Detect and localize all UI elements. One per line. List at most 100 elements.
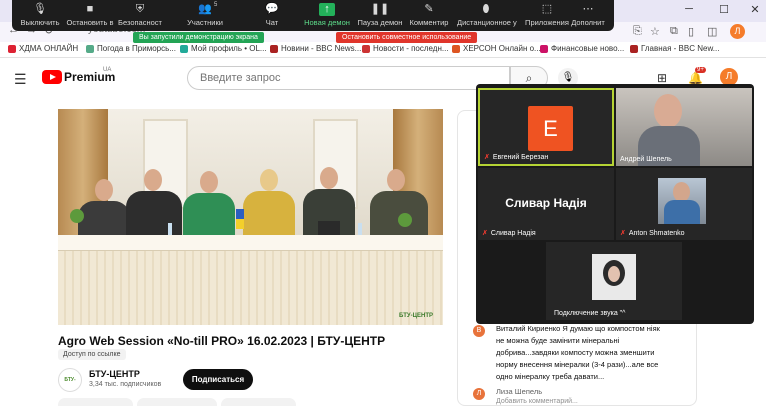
share-button[interactable] (137, 398, 217, 406)
bookmark-item[interactable]: Финансовые ново... (540, 44, 624, 53)
subscriber-count: 3,34 тыс. подписчиков (89, 381, 162, 388)
search-box[interactable] (187, 66, 510, 90)
bookmark-favicon (8, 44, 16, 53)
reading-list-icon[interactable]: ▯ (688, 25, 694, 38)
search-icon: ⌕ (525, 71, 533, 85)
bookmark-item[interactable]: ХДМА ОНЛАЙН (8, 44, 78, 53)
participant-name: Подключение звука "^ (554, 310, 626, 317)
pause-icon: ❚❚ (370, 3, 390, 15)
mic-off-icon: ✗ (620, 230, 626, 237)
video-table-skirt (58, 249, 443, 325)
participant-initial: E (528, 106, 573, 151)
bookmark-item[interactable]: Мой профиль • OL... (180, 44, 267, 53)
bookmark-favicon (362, 44, 370, 53)
pencil-icon: ✎ (424, 3, 434, 15)
zoom-participants-panel: E ✗ Евгений Березан Андрей Шепель Сливар … (476, 84, 754, 324)
participant-name: Евгений Березан (492, 153, 549, 161)
chat-message-line: Виталий Кириенко Я думаю що компостом ні… (496, 324, 660, 333)
channel-name[interactable]: БТУ-ЦЕНТР (89, 369, 140, 379)
chat-button[interactable]: 💬 Чат (244, 0, 300, 31)
shield-icon: ⛨ (135, 3, 145, 15)
video-plant (70, 209, 84, 223)
chat-message-line: добрива...завдяки компосту можна зменшит… (496, 348, 655, 357)
close-window-icon[interactable]: ✕ (746, 3, 764, 16)
bookmark-item[interactable]: Погода в Приморсь... (86, 44, 176, 53)
security-button[interactable]: ⛨ Безопасност (112, 0, 168, 31)
participant-name: Сливар Надія (490, 229, 536, 237)
chat-message-line: не можна буде замінити мінеральні (496, 336, 620, 345)
microphone-icon: 🎙 (33, 3, 47, 15)
notifications-badge: 9+ (695, 67, 706, 73)
bookmark-favicon (452, 44, 460, 53)
video-watermark: БТУ-ЦЕНТР (399, 313, 433, 319)
participant-name-display: Сливар Надія (505, 196, 587, 210)
browser-profile-avatar[interactable]: Л (730, 24, 745, 39)
remote-control-button[interactable]: ⬮ Дистанционное у (457, 0, 517, 31)
participant-tile[interactable]: Сливар Надія ✗ Сливар Надія (478, 168, 614, 240)
bookmark-item[interactable]: Новости - последн... (362, 44, 449, 53)
bookmark-item[interactable]: Главная - BBC New... (630, 44, 719, 53)
create-video-icon[interactable]: ⊞ (657, 71, 667, 85)
mute-button[interactable]: 🎙 Выключить (12, 0, 68, 31)
participant-video (592, 254, 636, 300)
cast-icon[interactable]: ⎘ (633, 25, 642, 38)
split-view-icon[interactable]: ◫ (707, 25, 717, 38)
bookmark-favicon (86, 44, 94, 53)
download-button[interactable] (221, 398, 296, 406)
extensions-icon[interactable]: ⧉ (670, 25, 678, 38)
add-comment-input[interactable]: Добавить комментарий... (496, 398, 578, 405)
bookmark-item[interactable]: ХЕРСОН Онлайн о... (452, 44, 541, 53)
participant-tile[interactable]: Андрей Шепель (616, 88, 752, 166)
video-bottle (168, 223, 172, 235)
chat-avatar: Л (473, 388, 485, 400)
chat-icon: 💬 (265, 3, 279, 15)
bookmarks-bar: ХДМА ОНЛАЙН Погода в Приморсь... Мой про… (0, 42, 766, 58)
participants-button[interactable]: 👥 Участники (177, 0, 233, 31)
visibility-badge: Доступ по ссылке (58, 349, 126, 360)
mic-off-icon: ✗ (484, 154, 490, 161)
new-share-button[interactable]: ↑ Новая демон (299, 0, 355, 31)
region-code: UA (103, 67, 112, 73)
subscribe-button[interactable]: Подписаться (183, 369, 253, 390)
video-table-top (58, 235, 443, 251)
chat-avatar: В (473, 325, 485, 337)
zoom-toolbar: 🎙 Выключить ■ Остановить в ⛨ Безопасност 👥 У… (12, 0, 614, 31)
participants-icon: 👥 (198, 3, 212, 15)
chat-message-line: одно мінералку треба давати... (496, 372, 605, 381)
bookmark-favicon (270, 44, 278, 53)
bookmark-item[interactable]: Новини - BBC News... (270, 44, 361, 53)
search-input[interactable] (188, 67, 509, 89)
chat-message-line: норму внесення мінералки (3-4 рази)...ал… (496, 360, 659, 369)
like-button[interactable] (58, 398, 133, 406)
bookmark-favicon (630, 44, 638, 53)
video-icon: ■ (86, 3, 94, 15)
bookmark-star-icon[interactable]: ☆ (650, 25, 660, 38)
chat-author: Лиза Шепель (496, 387, 543, 396)
screen: ─ ☐ ✕ ← → ↻ youtube.com ⎘ ☆ ⧉ ▯ ◫ Л ХДМА… (0, 0, 766, 406)
participant-tile[interactable]: ✗ Anton Shmatenko (616, 168, 752, 240)
video-title: Agro Web Session «No-till PRO» 16.02.202… (58, 334, 386, 348)
minimize-icon[interactable]: ─ (680, 3, 698, 15)
participant-tile[interactable]: E ✗ Евгений Березан (478, 88, 614, 166)
video-plant (398, 213, 412, 227)
annotate-button[interactable]: ✎ Комментир (401, 0, 457, 31)
channel-avatar[interactable]: БТУ-ЦЕНТР (58, 368, 82, 405)
more-icon: ⋯ (582, 3, 594, 15)
share-status-pill: Вы запустили демонстрацию экрана (133, 32, 264, 43)
bookmark-favicon (540, 44, 548, 53)
participant-name: Андрей Шепель (620, 156, 672, 163)
youtube-logo-icon[interactable] (42, 70, 62, 84)
maximize-icon[interactable]: ☐ (715, 3, 733, 16)
video-player[interactable]: БТУ-ЦЕНТР (58, 109, 443, 325)
participant-video (616, 88, 752, 166)
bookmark-favicon (180, 44, 188, 53)
more-button[interactable]: ⋯ Дополнит (564, 0, 612, 31)
notifications-icon[interactable]: 🔔 (688, 71, 703, 85)
menu-icon[interactable]: ☰ (14, 71, 27, 88)
participant-video (658, 178, 706, 224)
participant-name: Anton Shmatenko (628, 229, 685, 237)
stop-video-button[interactable]: ■ Остановить в (62, 0, 118, 31)
stop-share-button[interactable]: Остановить совместное использование (336, 32, 478, 43)
pause-share-button[interactable]: ❚❚ Пауза демон (352, 0, 408, 31)
participant-tile[interactable]: Подключение звука "^ (546, 242, 682, 320)
